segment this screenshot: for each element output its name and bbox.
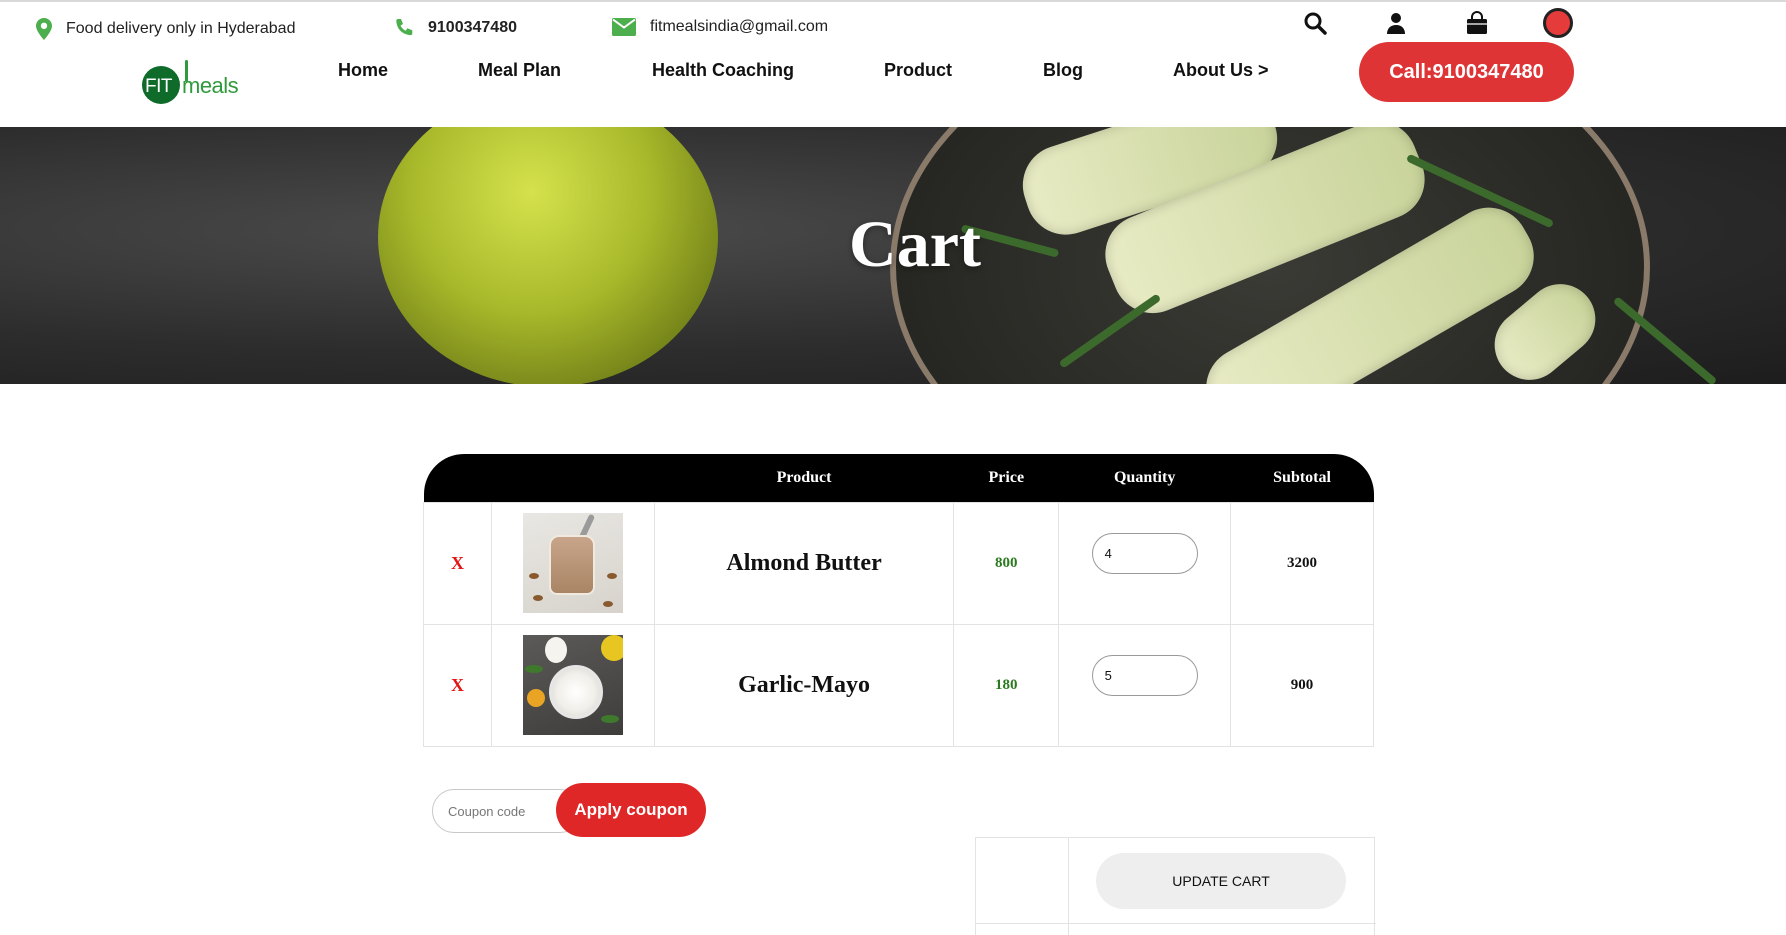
avatar-icon[interactable]: [1543, 8, 1573, 38]
remove-item-button[interactable]: X: [451, 675, 464, 695]
remove-item-button[interactable]: X: [451, 553, 464, 573]
nav-health-coaching[interactable]: Health Coaching: [652, 60, 794, 81]
phone-icon: [394, 18, 414, 38]
herb-shape: [600, 715, 619, 723]
header-thumbnail: [491, 454, 655, 502]
almond-shape: [528, 573, 539, 579]
phone-number: 9100347480: [428, 19, 517, 36]
divider: [976, 923, 1376, 924]
product-subtotal: 3200: [1287, 555, 1318, 571]
envelope-icon: [612, 18, 636, 36]
header-actions: [1300, 8, 1573, 38]
product-subtotal: 900: [1290, 677, 1314, 693]
product-name[interactable]: Almond Butter: [726, 550, 881, 576]
product-thumbnail[interactable]: [522, 635, 623, 735]
header-product: Product: [654, 454, 954, 502]
update-cart-button[interactable]: UPDATE CART: [1096, 853, 1346, 909]
phone-info[interactable]: 9100347480: [394, 18, 517, 38]
cart-table: Product Price Quantity Subtotal X Almond…: [423, 454, 1374, 747]
search-icon[interactable]: [1300, 8, 1330, 38]
call-button[interactable]: Call:9100347480: [1359, 42, 1574, 102]
table-row: X Almond Butter 800 4 3200: [423, 501, 1374, 625]
hero-banner: Cart: [0, 127, 1786, 384]
product-price: 800: [995, 555, 1018, 571]
quantity-input[interactable]: 5: [1091, 654, 1198, 696]
product-name[interactable]: Garlic-Mayo: [738, 672, 870, 698]
delivery-info: Food delivery only in Hyderabad: [36, 18, 295, 40]
location-pin-icon: [36, 18, 52, 40]
lemon-shape: [600, 635, 623, 661]
user-icon[interactable]: [1381, 8, 1411, 38]
almond-shape: [532, 595, 543, 601]
email-info[interactable]: fitmealsindia@gmail.com: [612, 18, 828, 36]
product-thumbnail[interactable]: [522, 513, 623, 613]
header-price: Price: [953, 454, 1059, 502]
jar-shape: [548, 535, 595, 595]
header-quantity: Quantity: [1058, 454, 1231, 502]
delivery-text: Food delivery only in Hyderabad: [66, 20, 296, 37]
table-row: X Garlic-Mayo 180 5 900: [423, 623, 1374, 747]
avatar: [1543, 8, 1573, 38]
almond-shape: [606, 573, 617, 579]
shopping-bag-icon[interactable]: [1462, 8, 1492, 38]
nav-product[interactable]: Product: [884, 60, 952, 81]
almond-shape: [602, 601, 613, 607]
herb-shape: [524, 665, 543, 673]
top-border: [0, 0, 1786, 2]
nav-meal-plan[interactable]: Meal Plan: [478, 60, 561, 81]
apply-coupon-button[interactable]: Apply coupon: [556, 783, 706, 837]
nav-blog[interactable]: Blog: [1043, 60, 1083, 81]
header-subtotal: Subtotal: [1230, 454, 1374, 502]
mayo-bowl-shape: [548, 665, 603, 719]
egg-shape: [544, 637, 567, 663]
quantity-input[interactable]: 4: [1091, 532, 1198, 574]
yolk-shape: [526, 689, 545, 707]
cart-actions-box: UPDATE CART: [975, 837, 1376, 935]
divider: [1068, 838, 1069, 935]
email-address: fitmealsindia@gmail.com: [650, 18, 829, 35]
product-price: 180: [995, 677, 1018, 693]
header-remove: [423, 454, 492, 502]
nav-about-us[interactable]: About Us >: [1173, 60, 1269, 81]
page-title: Cart: [849, 208, 981, 281]
nav-home[interactable]: Home: [338, 60, 388, 81]
table-header-row: Product Price Quantity Subtotal: [423, 454, 1374, 502]
